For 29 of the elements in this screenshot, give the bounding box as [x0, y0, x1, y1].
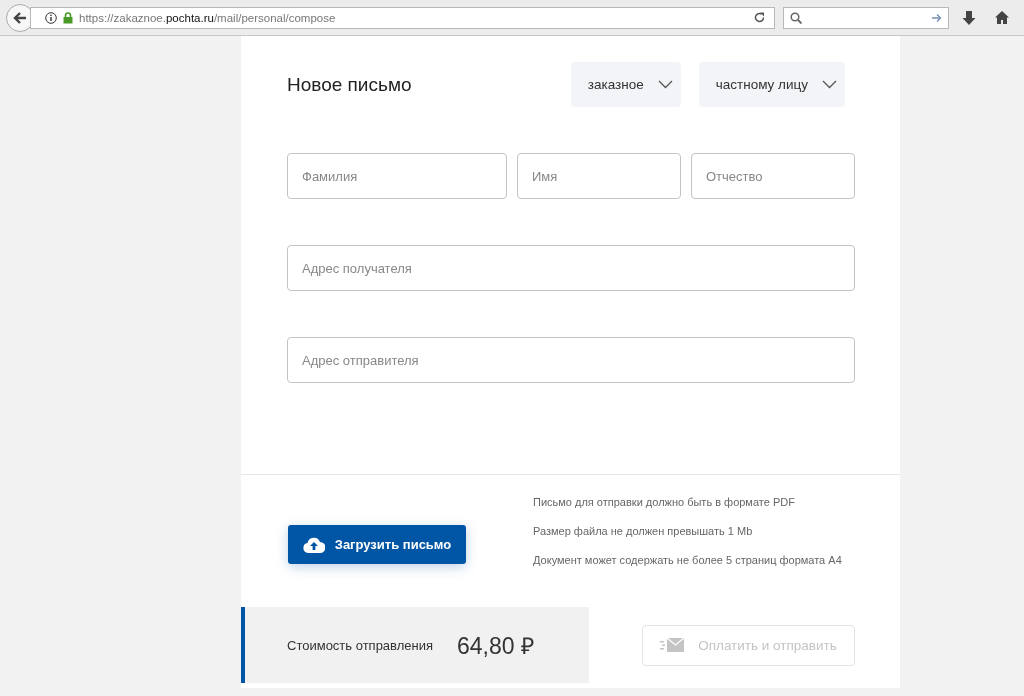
address-bar[interactable]: https://zakaznoe.pochta.ru/mail/personal/compose — [30, 6, 775, 29]
input-field[interactable]: Адрес получателя — [287, 245, 855, 291]
search-icon — [790, 11, 802, 24]
dropdown[interactable]: заказное — [570, 62, 681, 107]
upload-button[interactable]: Загрузить письмо — [288, 525, 466, 564]
input-field[interactable]: Адрес отправителя — [287, 337, 855, 383]
cost-label: Стоимость отправления — [287, 637, 433, 653]
requirement-text: Документ может содержать не более 5 страниц формата А4 — [533, 553, 842, 568]
reload-icon[interactable] — [753, 11, 766, 24]
requirement-text: Размер файла не должен превышать 1 Mb — [533, 524, 754, 539]
requirement-text: Письмо для отправки должно быть в формате PDF — [533, 495, 796, 510]
search-field[interactable] — [783, 6, 949, 29]
input-field[interactable]: Отчество — [691, 153, 855, 199]
chevron-icon — [657, 80, 673, 89]
lock-icon — [63, 11, 73, 24]
cloud-upload-icon — [302, 536, 325, 553]
page-title: Новое письмо — [287, 73, 413, 96]
url-text: https://zakaznoe.pochta.ru/mail/personal/compose — [79, 11, 337, 24]
input-field[interactable]: Фамилия — [287, 153, 507, 199]
download-icon[interactable] — [962, 9, 976, 26]
cost-value: 64,80 ₽ — [457, 632, 534, 661]
arrow-icon[interactable] — [931, 12, 942, 23]
chevron-icon — [822, 80, 837, 89]
dropdown[interactable]: частному лицу — [698, 62, 845, 107]
arrow-icon — [12, 9, 28, 26]
input-field[interactable]: Имя — [517, 153, 681, 199]
info-icon — [45, 11, 57, 24]
envelope-icon — [660, 638, 685, 652]
home-icon[interactable] — [994, 10, 1010, 25]
